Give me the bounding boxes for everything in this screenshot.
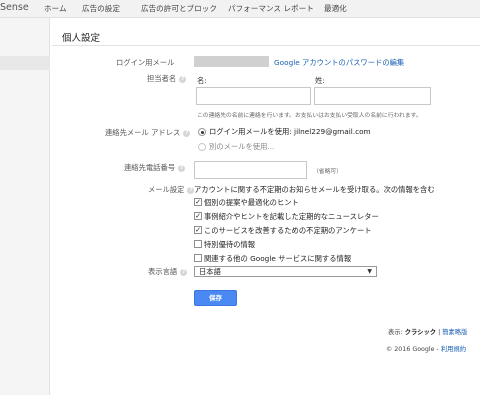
help-icon[interactable]: ? (179, 75, 187, 83)
nav-ad-settings[interactable]: 広告の設定 (82, 3, 120, 14)
phone-label-text: 連絡先電話番号 (124, 163, 176, 172)
last-name-label: 姓: (315, 76, 325, 85)
nav-home[interactable]: ホーム (44, 3, 67, 14)
pref-checkbox-tips[interactable]: ✓ (194, 198, 202, 206)
contact-name-label-text: 担当者名 (147, 74, 177, 83)
contact-name-note: この連絡先の名前に連絡を行います。お支払いはお支払い受取人の名前に行われます。 (197, 113, 422, 119)
language-select[interactable]: 日本語 ▼ (194, 266, 377, 277)
contact-email-label-text: 連絡先メール アドレス (105, 128, 181, 137)
email-prefs-intro: アカウントに関する不定期のお知らせメールを受け取る。次の情報を含む (194, 185, 435, 194)
pref-checkbox-offers[interactable] (194, 240, 202, 248)
use-other-email-radio[interactable] (198, 143, 206, 151)
first-name-label: 名: (197, 76, 207, 85)
sidebar (0, 18, 50, 395)
title-divider (52, 45, 480, 46)
language-select-value: 日本語 (199, 267, 221, 276)
email-prefs-label-text: メール設定 (148, 185, 185, 194)
login-email-label: ログイン用メール (116, 58, 175, 67)
contact-name-label: 担当者名? (147, 74, 187, 84)
copyright-footer: © 2016 Google - 利用規約 (386, 344, 466, 353)
pref-label-related-services[interactable]: 関連する他の Google サービスに関する情報 (204, 254, 351, 264)
pref-label-tips[interactable]: 個別の提案や最適化のヒント (204, 198, 299, 208)
last-name-input[interactable] (314, 87, 431, 105)
phone-input[interactable] (194, 161, 307, 179)
use-login-email-radio[interactable] (198, 128, 206, 136)
email-prefs-label: メール設定? (148, 185, 195, 195)
pref-checkbox-newsletter[interactable]: ✓ (194, 212, 202, 220)
help-icon[interactable]: ? (178, 164, 186, 172)
display-compact-link[interactable]: 簡素略版 (442, 329, 467, 336)
save-button[interactable]: 保存 (194, 290, 237, 306)
language-label-text: 表示言語 (148, 267, 178, 276)
display-classic-link[interactable]: クラシック (405, 329, 436, 336)
pref-label-survey[interactable]: このサービスを改善するための不定期のアンケート (204, 226, 372, 236)
nav-performance-reports[interactable]: パフォーマンス レポート (228, 3, 314, 14)
pref-label-newsletter[interactable]: 事例紹介やヒントを記載した定期的なニュースレター (204, 212, 379, 222)
use-other-email-option[interactable]: 別のメールを使用... (209, 142, 274, 152)
help-icon[interactable]: ? (180, 268, 188, 276)
pref-checkbox-survey[interactable]: ✓ (194, 226, 202, 234)
display-mode-prefix: 表示: (388, 329, 405, 336)
copyright-text: © 2016 Google - (386, 346, 441, 353)
pref-checkbox-related-services[interactable] (194, 254, 202, 262)
help-icon[interactable]: ? (183, 129, 191, 137)
chevron-down-icon: ▼ (367, 268, 372, 275)
language-label: 表示言語? (148, 267, 188, 277)
pref-label-offers[interactable]: 特別優待の情報 (204, 240, 255, 250)
sidebar-item-active[interactable] (0, 56, 50, 70)
first-name-input[interactable] (196, 87, 311, 105)
use-login-email-option[interactable]: ログイン用メールを使用: jilnel229@gmail.com (209, 127, 371, 137)
brand-logo: Sense (0, 2, 29, 13)
nav-allow-block-ads[interactable]: 広告の許可とブロック (141, 3, 217, 14)
terms-link[interactable]: 利用規約 (441, 346, 466, 353)
top-navigation: Sense ホーム 広告の設定 広告の許可とブロック パフォーマンス レポート … (0, 0, 480, 18)
contact-email-label: 連絡先メール アドレス? (105, 128, 191, 138)
phone-label: 連絡先電話番号? (124, 163, 186, 173)
login-email-value-redacted (194, 56, 269, 67)
page-title: 個人設定 (62, 33, 101, 44)
display-mode-footer: 表示: クラシック | 簡素略版 (388, 327, 467, 336)
phone-optional-hint: （省略可） (313, 169, 342, 175)
nav-optimization[interactable]: 最適化 (324, 3, 347, 14)
edit-password-link[interactable]: Google アカウントのパスワードの編集 (274, 58, 404, 68)
